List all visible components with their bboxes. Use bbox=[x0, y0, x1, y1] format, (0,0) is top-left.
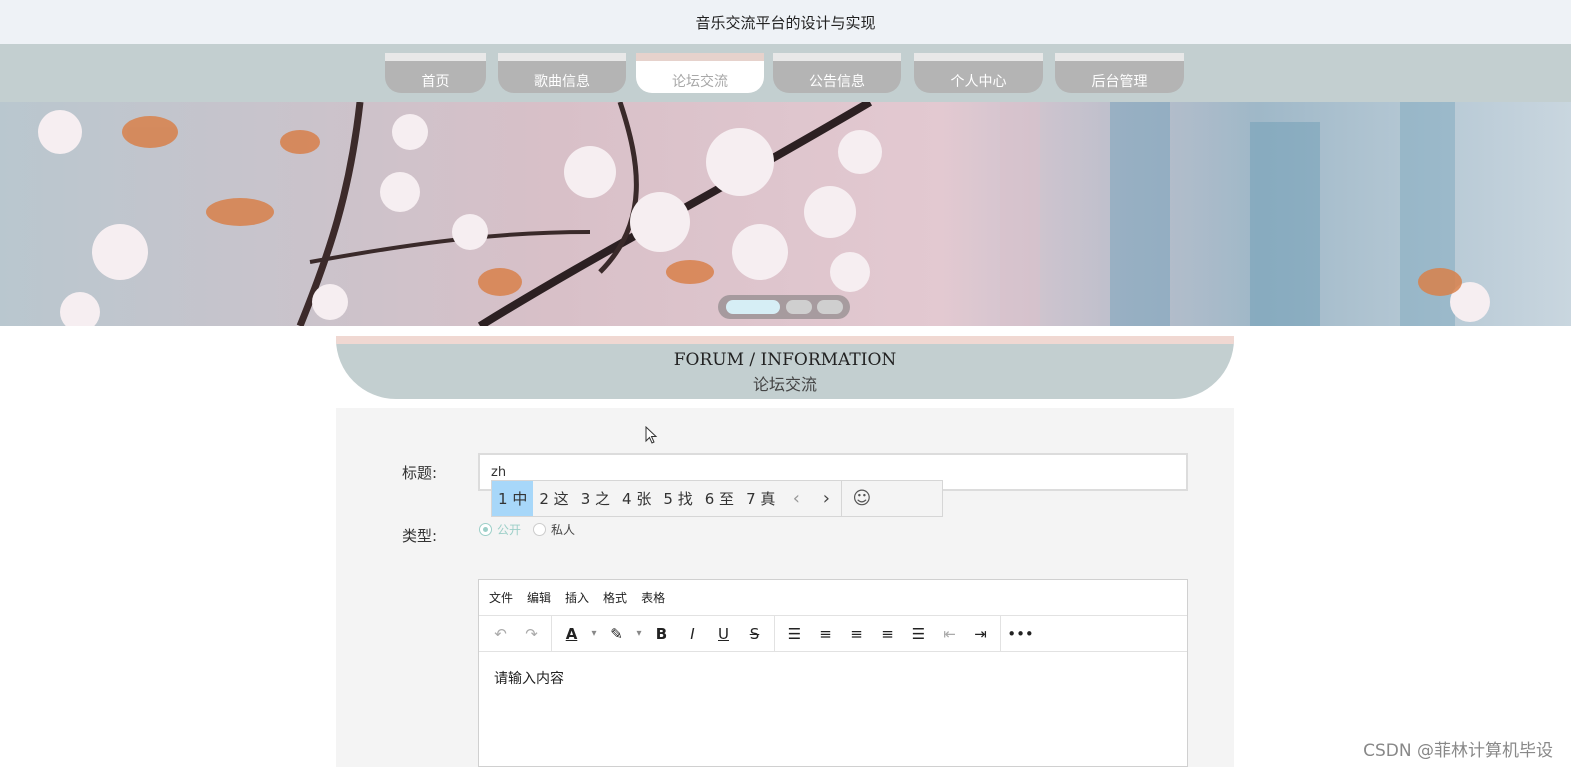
ime-candidate-number: 6 bbox=[704, 489, 715, 508]
ime-candidate-char: 找 bbox=[677, 490, 693, 508]
menu-insert[interactable]: 插入 bbox=[565, 589, 589, 606]
ime-candidate-number: 3 bbox=[580, 489, 591, 508]
radio-public-label[interactable]: 公开 bbox=[497, 521, 521, 538]
site-title: 音乐交流平台的设计与实现 bbox=[695, 13, 876, 32]
rich-text-editor: 文件 编辑 插入 格式 表格 ↶ ↷ A ▾ ✎ ▾ B I U S ☰ ≡ ≡… bbox=[478, 579, 1188, 767]
ime-candidate-char: 张 bbox=[636, 490, 652, 508]
mouse-cursor-icon bbox=[645, 426, 658, 444]
nav-item-label: 论坛交流 bbox=[672, 74, 728, 90]
ime-candidate-bar: 1 中 2 这 3 之 4 张 5 找 6 至 7 真 ‹ › ☺ bbox=[491, 480, 943, 517]
carousel-dot[interactable] bbox=[786, 300, 812, 314]
nav-item-notices[interactable]: 公告信息 bbox=[773, 53, 901, 93]
highlight-icon[interactable]: ✎ bbox=[601, 619, 632, 649]
type-radio-group: 公开 私人 bbox=[479, 521, 587, 538]
carousel-dot[interactable] bbox=[726, 300, 780, 314]
radio-public[interactable] bbox=[479, 523, 492, 536]
editor-menubar: 文件 编辑 插入 格式 表格 bbox=[479, 580, 1187, 616]
menu-format[interactable]: 格式 bbox=[603, 589, 627, 606]
nav-item-songs[interactable]: 歌曲信息 bbox=[498, 53, 626, 93]
nav-item-home[interactable]: 首页 bbox=[385, 53, 486, 93]
ime-candidate[interactable]: 1 中 bbox=[492, 481, 534, 516]
align-center-icon[interactable]: ≡ bbox=[841, 619, 872, 649]
ime-next-icon[interactable]: › bbox=[811, 481, 841, 516]
ime-candidate-number: 1 bbox=[498, 489, 508, 508]
font-color-icon[interactable]: A bbox=[556, 619, 587, 649]
ime-candidate-number: 2 bbox=[539, 489, 549, 508]
nav-item-profile[interactable]: 个人中心 bbox=[914, 53, 1043, 93]
type-label: 类型: bbox=[402, 527, 438, 545]
underline-icon[interactable]: U bbox=[708, 619, 739, 649]
section-title-en: FORUM / INFORMATION bbox=[673, 350, 897, 370]
editor-toolbar: ↶ ↷ A ▾ ✎ ▾ B I U S ☰ ≡ ≡ ≡ ☰ ⇤ ⇥ ••• bbox=[479, 615, 1187, 652]
main-nav: 首页 歌曲信息 论坛交流 公告信息 个人中心 后台管理 bbox=[0, 44, 1571, 102]
ime-candidate-number: 7 bbox=[746, 489, 756, 508]
editor-content[interactable]: 请输入内容 bbox=[479, 652, 1187, 704]
nav-item-label: 公告信息 bbox=[809, 74, 865, 90]
ime-candidate[interactable]: 4 张 bbox=[616, 481, 657, 516]
ime-prev-icon[interactable]: ‹ bbox=[781, 481, 811, 516]
ime-candidate-char: 至 bbox=[719, 490, 735, 508]
nav-item-forum[interactable]: 论坛交流 bbox=[636, 53, 764, 93]
toolbar-divider bbox=[551, 615, 552, 652]
align-justify-icon[interactable]: ☰ bbox=[903, 619, 934, 649]
site-header: 音乐交流平台的设计与实现 bbox=[0, 0, 1571, 44]
nav-item-label: 后台管理 bbox=[1091, 74, 1148, 90]
ime-candidate[interactable]: 5 找 bbox=[657, 481, 698, 516]
section-title-cn: 论坛交流 bbox=[752, 375, 817, 394]
watermark: CSDN @菲林计算机毕设 bbox=[1363, 741, 1553, 761]
nav-item-label: 个人中心 bbox=[950, 74, 1007, 90]
chevron-down-icon[interactable]: ▾ bbox=[587, 619, 601, 649]
toolbar-divider bbox=[1000, 615, 1001, 652]
strikethrough-icon[interactable]: S bbox=[739, 619, 770, 649]
nav-item-label: 首页 bbox=[421, 74, 450, 90]
nav-item-label: 歌曲信息 bbox=[534, 74, 590, 90]
ime-candidate[interactable]: 2 这 bbox=[533, 481, 574, 516]
ime-candidate-number: 5 bbox=[663, 489, 673, 508]
toolbar-divider bbox=[774, 615, 775, 652]
radio-private-label[interactable]: 私人 bbox=[551, 521, 575, 538]
section-heading: FORUM / INFORMATION 论坛交流 bbox=[336, 336, 1234, 399]
post-form: 标题: 类型: 公开 私人 文件 编辑 插入 格式 表格 ↶ ↷ A ▾ ✎ ▾… bbox=[336, 408, 1234, 767]
indent-icon[interactable]: ⇥ bbox=[965, 619, 996, 649]
more-icon[interactable]: ••• bbox=[1005, 619, 1036, 649]
align-right-icon[interactable]: ≡ bbox=[872, 619, 903, 649]
ime-candidate[interactable]: 6 至 bbox=[699, 481, 740, 516]
banner-carousel[interactable] bbox=[0, 102, 1571, 326]
banner-image bbox=[0, 102, 1571, 326]
redo-icon[interactable]: ↷ bbox=[516, 619, 547, 649]
ime-candidate[interactable]: 7 真 bbox=[740, 481, 781, 516]
align-left-icon[interactable]: ≡ bbox=[810, 619, 841, 649]
menu-table[interactable]: 表格 bbox=[641, 589, 665, 606]
menu-edit[interactable]: 编辑 bbox=[527, 589, 551, 606]
nav-item-admin[interactable]: 后台管理 bbox=[1055, 53, 1184, 93]
carousel-dot[interactable] bbox=[817, 300, 843, 314]
line-height-icon[interactable]: ☰ bbox=[779, 619, 810, 649]
ime-candidate-char: 中 bbox=[512, 490, 528, 508]
ime-candidate-number: 4 bbox=[622, 489, 632, 508]
ime-candidate-char: 之 bbox=[595, 490, 611, 508]
ime-candidate-char: 这 bbox=[553, 490, 569, 508]
radio-private[interactable] bbox=[533, 523, 547, 536]
outdent-icon[interactable]: ⇤ bbox=[934, 619, 965, 649]
italic-icon[interactable]: I bbox=[677, 619, 708, 649]
emoji-icon[interactable]: ☺ bbox=[841, 481, 881, 516]
menu-file[interactable]: 文件 bbox=[489, 589, 513, 606]
title-label: 标题: bbox=[402, 464, 438, 482]
chevron-down-icon[interactable]: ▾ bbox=[632, 619, 646, 649]
ime-candidate[interactable]: 3 之 bbox=[575, 481, 616, 516]
bold-icon[interactable]: B bbox=[646, 619, 677, 649]
carousel-indicator bbox=[718, 295, 850, 319]
undo-icon[interactable]: ↶ bbox=[485, 619, 516, 649]
ime-candidate-char: 真 bbox=[760, 490, 776, 508]
